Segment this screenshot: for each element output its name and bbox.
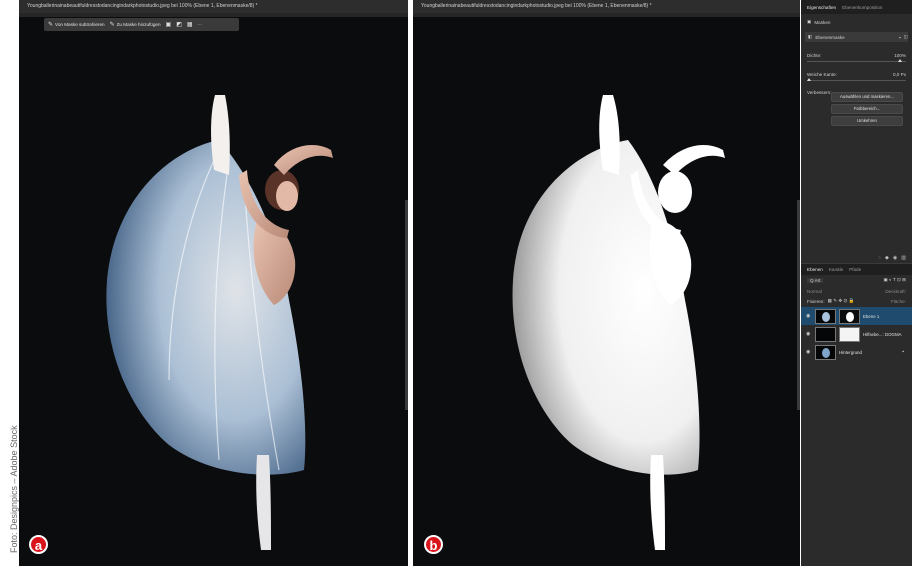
layer-name[interactable]: Hilfsebe...: DOGMA [863,332,902,337]
tab-channels[interactable]: Kanäle [829,267,843,272]
feather-slider[interactable] [807,80,906,81]
density-slider-handle[interactable] [898,59,902,62]
density-slider[interactable] [807,61,906,62]
opacity-label: Deckkraft: [885,289,906,294]
mask-silhouette [512,95,725,550]
tab-layers[interactable]: Ebenen [807,267,823,272]
layer-row[interactable]: ◉ Hilfsebe...: DOGMA [801,325,912,343]
layer-filter-select[interactable]: Q Art [807,277,824,283]
feather-slider-handle[interactable] [807,78,811,81]
properties-tabs: Eigenschaften Ebenenkomposition [801,0,912,14]
layer-thumbnail [815,326,836,342]
feather-field[interactable]: Weiche Kante: 0,0 Px [807,70,906,78]
canvas-mask[interactable]: Youngballerinainabeautifuldresstodancing… [413,0,800,566]
tab-layer-comps[interactable]: Ebenenkomposition [842,5,882,10]
layer-mask-row[interactable]: ◧ Ebenenmaske ▪ ◫ [805,32,908,42]
refine-label: Verbessern: [807,90,832,95]
pixel-mask-icon[interactable]: ▪ [899,35,901,40]
layer-mask-icon: ◧ [808,34,813,39]
label-b-badge: b [424,535,443,554]
density-field[interactable]: Dichte: 100% [807,51,906,59]
label-a-badge: a [29,535,48,554]
layer-name[interactable]: Ebene 1 [863,314,879,319]
layer-name[interactable]: Hintergrund [839,350,862,355]
mask-icon: ▣ [807,19,812,24]
layer-thumbnail [815,308,836,324]
fill-label: Fläche: [890,298,906,304]
visibility-eye-icon[interactable]: ◉ [806,313,812,319]
layer-filter-row: Q Art ▣ ◐ T ⊡ ⊞ [807,277,906,283]
blend-row: Normal Deckkraft: [807,289,906,294]
visibility-eye-icon[interactable]: ◉ [806,349,812,355]
select-and-mask-button[interactable]: Auswählen und maskieren... [831,92,903,102]
lock-label: Fixieren: [807,298,825,304]
load-selection-icon[interactable]: ◌ [878,255,881,261]
layer-mask-thumbnail[interactable] [839,326,860,342]
toggle-mask-icon[interactable]: ◉ [893,255,897,261]
layer-mask-thumbnail[interactable] [839,308,860,324]
tab-paths[interactable]: Pfade [849,267,861,272]
density-label: Dichte: [807,52,822,58]
masks-label: Masken [814,19,831,25]
visibility-eye-icon[interactable]: ◉ [806,331,812,337]
layer-mask-label: Ebenenmaske [815,34,845,40]
properties-footer-icons: ◌ ◆ ◉ ▥ [801,255,912,261]
lock-row: Fixieren: ▦ ✎ ✥ ⊡ 🔒 Fläche: [807,298,906,304]
masks-header: ▣ Masken [807,19,906,25]
vertical-scrollbar[interactable] [797,200,800,410]
filter-icons[interactable]: ▣ ◐ T ⊡ ⊞ [883,277,906,283]
layer-row[interactable]: ◉ Hintergrund ▪ [801,343,912,361]
delete-mask-icon[interactable]: ▥ [901,255,906,261]
tab-properties[interactable]: Eigenschaften [807,5,836,10]
right-panel: Eigenschaften Ebenenkomposition ▣ Masken… [801,0,912,566]
invert-button[interactable]: Umkehren [831,116,903,126]
feather-value[interactable]: 0,0 Px [893,72,906,77]
layer-row[interactable]: ◉ Ebene 1 [801,307,912,325]
canvas-original[interactable]: Youngballerinainabeautifuldresstodancing… [19,0,408,566]
layers-tabs: Ebenen Kanäle Pfade [801,263,912,275]
feather-label: Weiche Kante: [807,71,837,77]
layers-panel: Ebenen Kanäle Pfade Q Art ▣ ◐ T ⊡ ⊞ Norm… [801,263,912,566]
lock-icons[interactable]: ▦ ✎ ✥ ⊡ 🔒 [828,298,855,304]
apply-mask-icon[interactable]: ◆ [885,255,889,261]
ballerina-photo [106,95,333,550]
vector-mask-icon[interactable]: ◫ [904,34,908,40]
density-value[interactable]: 100% [894,53,906,58]
lock-icon: ▪ [902,349,904,355]
photo-credit: Foto: Designpics – Adobe Stock [9,425,19,553]
blend-mode-select[interactable]: Normal [807,289,822,294]
vertical-scrollbar[interactable] [405,200,408,410]
layer-thumbnail [815,344,836,360]
color-range-button[interactable]: Farbbereich... [831,104,903,114]
